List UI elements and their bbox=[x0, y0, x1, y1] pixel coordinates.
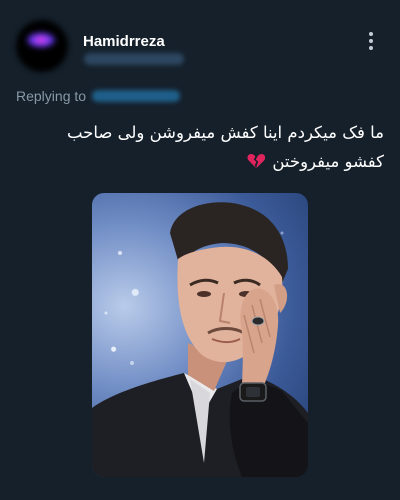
display-name[interactable]: Hamidrreza bbox=[83, 33, 165, 50]
tweet-text-line-1: ما فک میکردم اینا کفش میفروشن ولی صاحب bbox=[66, 123, 384, 142]
replying-to-handle-blurred[interactable] bbox=[92, 90, 181, 102]
more-options-icon[interactable] bbox=[362, 30, 380, 52]
more-dot bbox=[369, 46, 373, 50]
avatar[interactable] bbox=[16, 20, 68, 72]
more-dot bbox=[369, 32, 373, 36]
tweet-text: ما فک میکردم اینا کفش میفروشن ولی صاحب ک… bbox=[14, 118, 384, 176]
username-handle-blurred[interactable] bbox=[84, 53, 184, 65]
more-dot bbox=[369, 39, 373, 43]
photo-illustration bbox=[92, 202, 308, 477]
tweet-text-line-2-text: کفشو میفروختن bbox=[272, 152, 384, 171]
tweet: Hamidrreza Replying to ما فک میکردم اینا… bbox=[0, 0, 400, 500]
broken-heart-icon bbox=[247, 149, 266, 168]
replying-to: Replying to bbox=[16, 88, 181, 104]
replying-to-label: Replying to bbox=[16, 88, 87, 104]
avatar-glow bbox=[26, 32, 56, 48]
tweet-media-image[interactable] bbox=[92, 193, 308, 477]
tweet-text-line-2: کفشو میفروختن bbox=[14, 147, 384, 176]
